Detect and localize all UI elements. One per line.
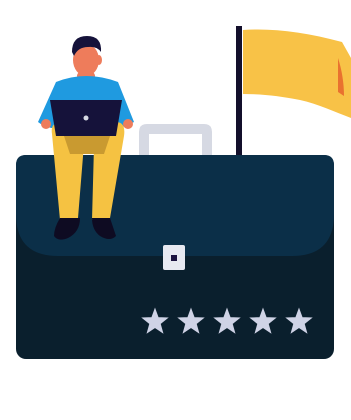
person-hand-left <box>41 119 51 129</box>
flag-cloth <box>243 29 351 118</box>
person-hand-right <box>123 119 133 129</box>
briefcase-handle <box>139 124 212 158</box>
person-ear <box>96 55 102 65</box>
clasp-keyhole <box>171 255 177 261</box>
flag-pole <box>236 26 242 161</box>
flag <box>236 26 351 161</box>
laptop-logo <box>83 115 89 121</box>
person-lap-shadow <box>64 136 110 154</box>
briefcase-illustration <box>16 26 351 359</box>
